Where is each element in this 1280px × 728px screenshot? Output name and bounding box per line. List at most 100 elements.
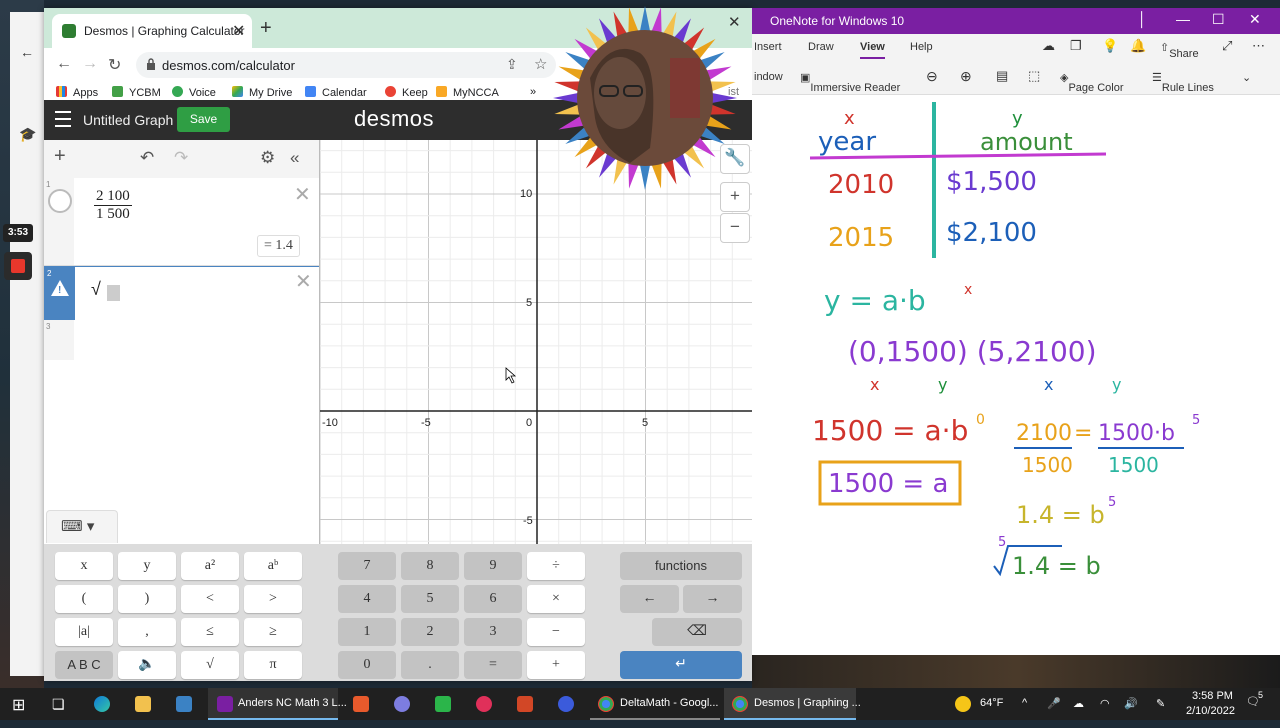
sqrt-placeholder[interactable] [107,285,120,301]
delete-expression-icon[interactable]: ✕ [295,269,312,294]
bookmarks-overflow[interactable]: » [530,86,536,98]
forward-button[interactable]: → [82,55,98,73]
keypad-key[interactable]: ÷ [527,552,585,580]
volume-icon[interactable]: 🔊 [1124,697,1138,710]
expression-row-empty[interactable]: 3 [44,320,319,360]
keypad-key[interactable]: 0 [338,651,396,679]
microphone-icon[interactable]: 🎤 [1047,697,1061,710]
share-icon[interactable]: ⇪ [506,56,518,73]
keypad-key[interactable]: ) [118,585,176,613]
ribbon-collapse-icon[interactable]: ⌄ [1242,71,1251,84]
more-icon[interactable]: ⋯ [1252,38,1265,54]
page-width-icon[interactable]: ▤ [996,68,1008,84]
pen-icon[interactable]: ✎ [1156,697,1165,710]
expand-icon[interactable]: ⤢ [1222,38,1232,54]
keypad-key[interactable]: 4 [338,585,396,613]
keypad-key[interactable]: < [181,585,239,613]
zoom-out-icon[interactable]: ⊖ [926,68,938,85]
snip-icon[interactable] [353,696,369,712]
clock-date[interactable]: 2/10/2022 [1186,705,1235,717]
sqrt-input[interactable]: √ [91,279,101,300]
keypad-key[interactable]: 6 [464,585,522,613]
keypad-key[interactable]: , [118,618,176,646]
bookmark-keep[interactable]: Keep [385,86,428,99]
delete-expression-icon[interactable]: ✕ [294,182,311,207]
keypad-key[interactable]: 9 [464,552,522,580]
backspace-button[interactable]: ⌫ [652,618,742,646]
maximize-button[interactable]: ☐ [1212,11,1225,28]
cursor-left-button[interactable]: ← [620,585,679,613]
taskbar-item-deltamath[interactable]: DeltaMath - Googl... [590,688,720,720]
bookmark-calendar[interactable]: Calendar [305,86,367,99]
edge-icon[interactable] [94,696,110,712]
keypad-key[interactable]: 8 [401,552,459,580]
powerpoint-icon[interactable] [517,696,533,712]
keypad-key[interactable]: 5 [401,585,459,613]
taskbar-item-desmos[interactable]: Desmos | Graphing ... [724,688,861,720]
new-tab-button[interactable]: + [260,17,272,40]
keypad-key[interactable]: 3 [464,618,522,646]
keypad-key[interactable]: ≥ [244,618,302,646]
clock-time[interactable]: 3:58 PM [1192,690,1233,702]
rule-lines-button[interactable]: ☰ Rule Lines [1152,71,1214,94]
undo-icon[interactable]: ↶ [140,148,154,168]
kami-icon[interactable] [558,696,574,712]
menu-view[interactable]: View [860,41,885,59]
bookmark-ycbm[interactable]: YCBM [112,86,161,99]
keypad-key[interactable]: |a| [55,618,113,646]
save-button[interactable]: Save [177,107,230,132]
keypad-key[interactable]: y [118,552,176,580]
keypad-key[interactable]: √ [181,651,239,679]
keypad-key[interactable]: x [55,552,113,580]
functions-button[interactable]: functions [620,552,742,580]
keypad-key[interactable]: A B C [55,651,113,679]
cloud-icon[interactable]: ☁ [1042,38,1055,54]
settings-gear-icon[interactable]: ⚙ [260,148,275,168]
keypad-key[interactable]: 1 [338,618,396,646]
keypad-key[interactable]: aᵇ [244,552,302,580]
reload-button[interactable]: ↻ [108,55,121,75]
taskbar-item-onenote[interactable]: Anders NC Math 3 L... [208,688,347,720]
chat-icon[interactable] [435,696,451,712]
tab-close-icon[interactable]: ✕ [232,21,245,41]
settings-icon[interactable] [394,696,410,712]
onedrive-icon[interactable]: ☁ [1073,697,1084,710]
keypad-key[interactable]: . [401,651,459,679]
bookmark-apps[interactable]: Apps [56,86,98,99]
page-color-button[interactable]: ◈ Page Color [1060,71,1124,94]
bookmark-myncca[interactable]: MyNCCA [436,86,499,99]
graph-title[interactable]: Untitled Graph [83,112,173,128]
windows-start-icon[interactable]: ⊞ [12,695,25,727]
keypad-key[interactable]: ( [55,585,113,613]
weather-icon[interactable] [955,696,971,712]
note-page[interactable]: x y year amount 2010 $1,500 2015 $2,100 … [762,98,1280,655]
keypad-key[interactable]: × [527,585,585,613]
stop-recording-button[interactable] [4,252,32,280]
keyboard-toggle-button[interactable]: ⌨ ▾ [46,510,118,543]
menu-insert[interactable]: Insert [754,41,782,53]
redo-icon[interactable]: ↷ [174,148,188,168]
visibility-toggle-icon[interactable] [48,189,72,213]
browser-tab[interactable]: Desmos | Graphing Calculator ✕ [52,14,252,48]
menu-help[interactable]: Help [910,41,933,53]
menu-icon[interactable] [55,111,71,127]
zoom-in-icon[interactable]: ⊕ [960,68,972,85]
bookmark-my-drive[interactable]: My Drive [232,86,292,99]
keypad-key[interactable]: − [527,618,585,646]
enter-button[interactable]: ↵ [620,651,742,679]
keypad-key[interactable]: 7 [338,552,396,580]
immersive-reader-button[interactable]: ▣ Immersive Reader [800,71,900,94]
close-button[interactable]: ✕ [1249,11,1261,28]
bell-icon[interactable]: 🔔 [1130,38,1146,54]
add-expression-icon[interactable]: + [54,145,66,168]
ribbon-new-window[interactable]: indow [754,71,783,83]
keypad-key[interactable]: > [244,585,302,613]
weather-temp[interactable]: 64°F [980,697,1003,709]
lightbulb-icon[interactable]: 💡 [1102,38,1118,54]
share-button[interactable]: ⇧ Share [1160,41,1199,60]
pages-icon[interactable]: ❐ [1070,38,1082,54]
store-icon[interactable] [176,696,192,712]
warning-gutter[interactable]: 2 ! [45,267,75,320]
tray-overflow-icon[interactable]: ^ [1022,697,1027,709]
cursor-right-button[interactable]: → [683,585,742,613]
